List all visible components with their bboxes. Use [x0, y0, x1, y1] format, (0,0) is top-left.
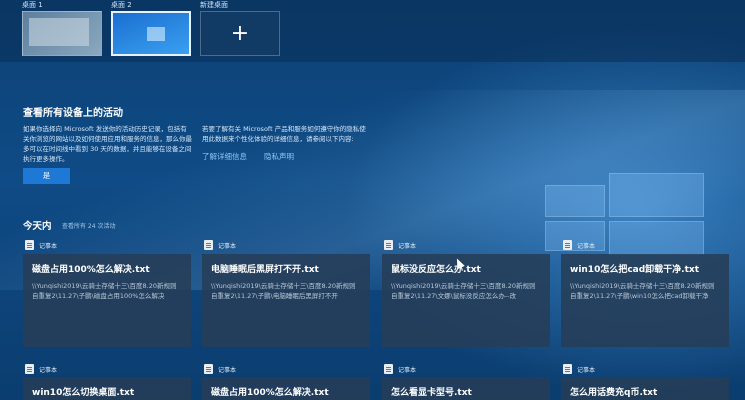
view-all-activities-link[interactable]: 查看所有 24 次活动 [62, 221, 115, 230]
desktop-1[interactable]: 桌面 1 [22, 0, 102, 56]
promo-title: 查看所有设备上的活动 [23, 108, 123, 119]
card-title: win10怎么切换桌面.txt [32, 388, 135, 398]
app-name: 记事本 [398, 242, 417, 250]
desktop-thumbnail[interactable] [22, 11, 102, 56]
app-name: 记事本 [577, 366, 596, 374]
card-title: 磁盘占用100%怎么解决.txt [211, 388, 329, 398]
notepad-icon [25, 240, 34, 250]
card-title: 怎么用话费充q币.txt [570, 388, 658, 398]
activity-card[interactable]: win10怎么把cad卸载干净.txt \\Yunqishi2019\云骑士存储… [561, 254, 729, 347]
activity-card[interactable]: 怎么用话费充q币.txt [561, 377, 729, 400]
yes-button[interactable]: 是 [23, 168, 70, 184]
card-app-header: 记事本 [384, 239, 416, 251]
plus-icon: + [230, 20, 250, 46]
desktop-label: 桌面 1 [22, 1, 43, 9]
card-file-path: \\Yunqishi2019\云骑士存储十三\百度8.20新规则自重复2\11.… [32, 282, 177, 300]
activity-card[interactable]: 磁盘占用100%怎么解决.txt [202, 377, 370, 400]
app-name: 记事本 [398, 366, 417, 374]
desktop-label: 新建桌面 [200, 1, 228, 9]
card-app-header: 记事本 [204, 239, 236, 251]
desktop-label: 桌面 2 [111, 1, 132, 9]
activity-card[interactable]: 磁盘占用100%怎么解决.txt \\Yunqishi2019\云骑士存储十三\… [23, 254, 191, 347]
activity-card[interactable]: 鼠标没反应怎么办.txt \\Yunqishi2019\云骑士存储十三\百度8.… [382, 254, 550, 347]
privacy-description: 若要了解有关 Microsoft 产品和服务如何遵守你的隐私使用此数据来个性化体… [202, 125, 366, 143]
activity-card[interactable]: win10怎么切换桌面.txt [23, 377, 191, 400]
card-title: 电脑睡眠后黑屏打不开.txt [211, 265, 319, 275]
card-file-path: \\Yunqishi2019\云骑士存储十三\百度8.20新规则自重复2\11.… [391, 282, 536, 300]
notepad-icon [563, 364, 572, 374]
card-title: 怎么看显卡型号.txt [391, 388, 472, 398]
card-file-path: \\Yunqishi2019\云骑士存储十三\百度8.20新规则自重复2\11.… [211, 282, 356, 300]
app-name: 记事本 [218, 366, 237, 374]
card-file-path: \\Yunqishi2019\云骑士存储十三\百度8.20新规则自重复2\11.… [570, 282, 715, 300]
new-desktop-button[interactable]: 新建桌面 + [200, 0, 280, 56]
card-app-header: 记事本 [563, 239, 595, 251]
app-name: 记事本 [577, 242, 596, 250]
card-app-header: 记事本 [25, 239, 57, 251]
card-app-header: 记事本 [384, 363, 416, 375]
notepad-icon [384, 240, 393, 250]
app-name: 记事本 [39, 242, 58, 250]
privacy-statement-link[interactable]: 隐私声明 [264, 151, 294, 162]
desktop-thumbnail-active[interactable] [111, 11, 191, 56]
card-app-header: 记事本 [204, 363, 236, 375]
card-app-header: 记事本 [563, 363, 595, 375]
notepad-icon [384, 364, 393, 374]
desktop-2[interactable]: 桌面 2 [111, 0, 191, 56]
card-title: win10怎么把cad卸载干净.txt [570, 265, 700, 275]
notepad-icon [204, 240, 213, 250]
notepad-icon [204, 364, 213, 374]
app-name: 记事本 [39, 366, 58, 374]
card-app-header: 记事本 [25, 363, 57, 375]
activity-card[interactable]: 电脑睡眠后黑屏打不开.txt \\Yunqishi2019\云骑士存储十三\百度… [202, 254, 370, 347]
card-title: 磁盘占用100%怎么解决.txt [32, 265, 150, 275]
notepad-icon [563, 240, 572, 250]
learn-more-link[interactable]: 了解详细信息 [202, 151, 247, 162]
activity-card[interactable]: 怎么看显卡型号.txt [382, 377, 550, 400]
app-name: 记事本 [218, 242, 237, 250]
section-title-today: 今天内 [23, 221, 52, 232]
notepad-icon [25, 364, 34, 374]
new-desktop-tile[interactable]: + [200, 11, 280, 56]
card-title: 鼠标没反应怎么办.txt [391, 265, 481, 275]
promo-description: 如果你选择向 Microsoft 发送你的活动历史记录，包括有关你浏览的网站以及… [23, 125, 192, 163]
